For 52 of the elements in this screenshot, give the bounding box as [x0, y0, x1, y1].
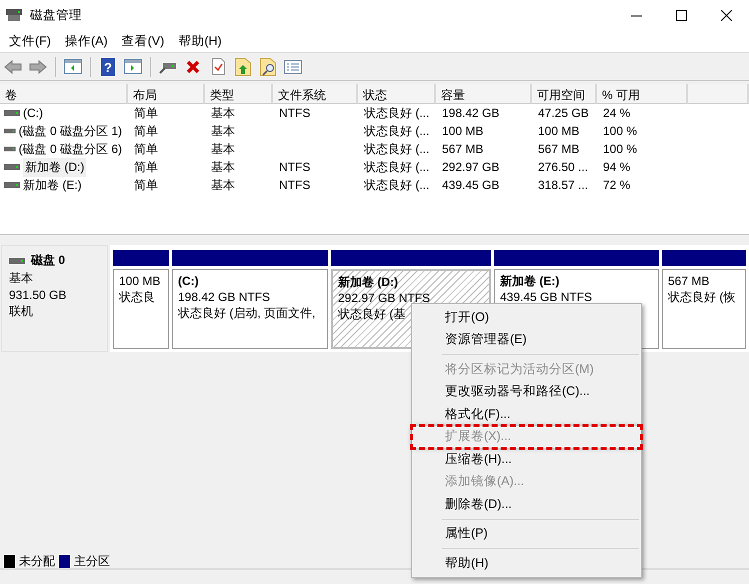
table-cell: 简单: [134, 140, 158, 158]
table-cell: 基本: [211, 122, 235, 140]
table-cell: 100 %: [603, 142, 638, 156]
table-cell: 292.97 GB: [442, 160, 500, 174]
partition-size: 292.97 GB NTFS: [338, 290, 430, 306]
table-cell: 100 %: [603, 124, 638, 138]
table-cell: 198.42 GB: [442, 106, 500, 120]
partition-status: 状态良好 (启动, 页面文件,: [178, 305, 316, 321]
table-cell: 567 MB: [538, 142, 580, 156]
table-cell: 47.25 GB: [538, 106, 589, 120]
table-cell: 简单: [134, 122, 158, 140]
partition-size: 198.42 GB NTFS: [178, 289, 270, 305]
table-cell: 100 MB: [538, 124, 580, 138]
table-cell: 简单: [134, 176, 158, 194]
table-cell: 基本: [211, 158, 235, 176]
table-cell: 567 MB: [442, 142, 484, 156]
table-cell: 简单: [134, 158, 158, 176]
legend-label: 未分配: [19, 553, 55, 570]
table-cell: 24 %: [603, 106, 630, 120]
table-cell: 基本: [211, 176, 235, 194]
table-cell: 94 %: [603, 160, 630, 174]
table-cell: 72 %: [603, 178, 630, 192]
disk-type: 基本: [9, 270, 34, 287]
table-cell: 状态良好 (...: [364, 104, 430, 122]
partition-status: 状态良好 (恢: [668, 289, 736, 305]
table-cell: 基本: [211, 140, 235, 158]
table-cell: 100 MB: [442, 124, 484, 138]
window-title: 磁盘管理: [30, 6, 82, 24]
partition-size: 100 MB: [119, 273, 160, 289]
partition-size: 439.45 GB NTFS: [500, 289, 592, 305]
table-cell: 276.50 ...: [538, 160, 588, 174]
table-cell: NTFS: [279, 178, 310, 192]
table-cell: 状态良好 (...: [364, 140, 430, 158]
table-cell: 状态良好 (...: [364, 122, 430, 140]
disk-status: 联机: [9, 303, 34, 320]
disk-size: 931.50 GB: [9, 288, 68, 302]
table-cell: 439.45 GB: [442, 178, 500, 192]
table-cell: 基本: [211, 104, 235, 122]
partition-status: 状态良: [119, 289, 155, 305]
partition-name: 新加卷 (D:): [338, 274, 398, 290]
table-cell: 318.57 ...: [538, 178, 588, 192]
table-cell: 状态良好 (...: [364, 158, 430, 176]
partition-status: 状态良好 (基: [338, 306, 406, 322]
table-cell: NTFS: [279, 160, 310, 174]
table-cell: NTFS: [279, 106, 310, 120]
partition-size: 567 MB: [668, 273, 710, 289]
partition-name: 新加卷 (E:): [500, 273, 560, 289]
table-cell: 简单: [134, 104, 158, 122]
disk-name: 磁盘 0: [31, 252, 66, 269]
legend-label: 主分区: [74, 553, 110, 570]
table-cell: 状态良好 (...: [364, 176, 430, 194]
partition-name: (C:): [178, 273, 199, 289]
